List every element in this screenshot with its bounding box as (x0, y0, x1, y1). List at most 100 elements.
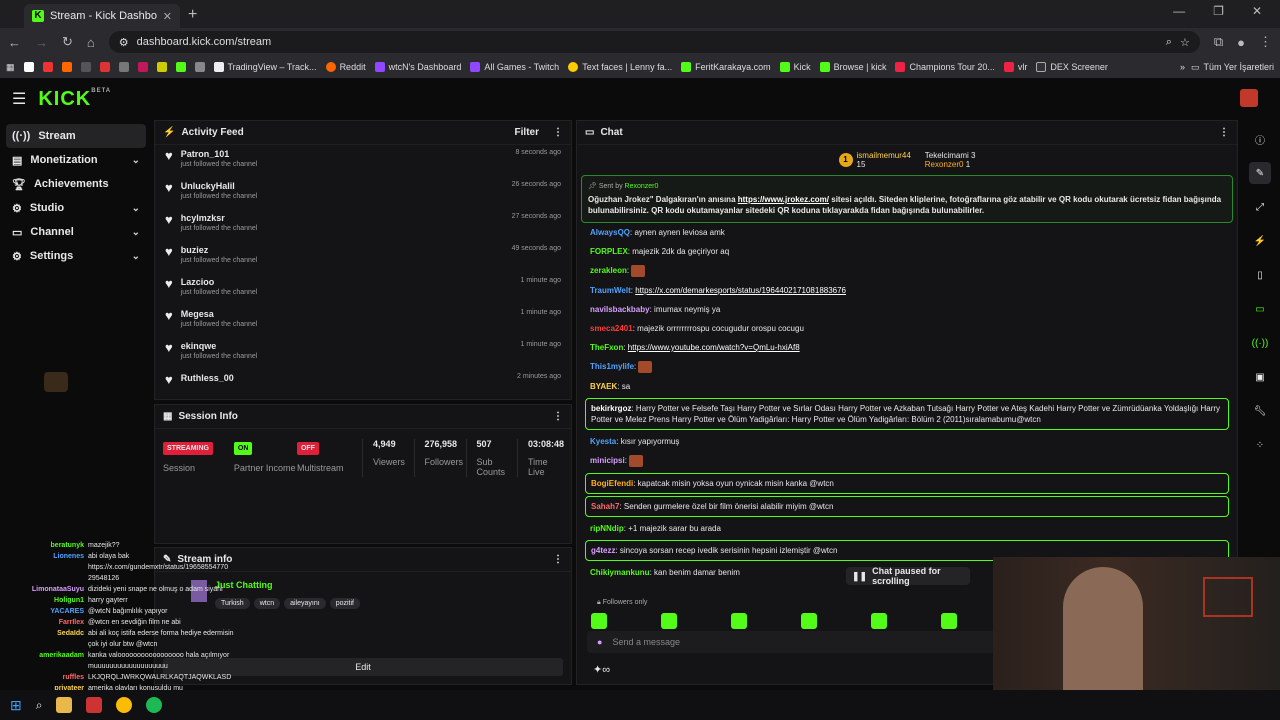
extensions-icon[interactable]: ⧉ (1214, 34, 1223, 50)
chat-message-list[interactable]: AlwaysQQ: aynen aynen leviosa amk FORPLEX… (577, 223, 1237, 582)
site-info-icon[interactable]: ⚙ (119, 36, 129, 49)
stream-tag[interactable]: wtcn (253, 598, 281, 609)
sidebar-item-studio[interactable]: ⚙ Studio ⌄ (6, 196, 146, 220)
chat-text[interactable]: https://www.youtube.com/watch?v=QmLu-hxi… (628, 343, 800, 352)
reload-icon[interactable]: ↻ (62, 34, 73, 50)
mic-icon[interactable]: ● (597, 637, 602, 647)
file-explorer-icon[interactable] (56, 697, 73, 713)
chat-username[interactable]: bekirkrgoz (591, 404, 631, 413)
bookmark-9[interactable]: vlr (1003, 62, 1027, 72)
stream-tag[interactable]: pozitif (329, 598, 360, 609)
globe-bookmark-icon[interactable] (118, 62, 129, 72)
chat-username[interactable]: AlwaysQQ (590, 228, 630, 237)
browser-menu-icon[interactable]: ⋮ (1259, 34, 1272, 50)
bookmark-10[interactable]: DEX Screener (1036, 62, 1108, 72)
profile-icon[interactable]: ● (1237, 35, 1245, 50)
document-icon[interactable]: ▯ (1249, 264, 1271, 286)
apps-grid-icon[interactable]: ⁘ (1249, 434, 1271, 456)
chat-paused-banner[interactable]: ❚❚ Chat paused for scrolling (846, 566, 970, 586)
bookmark-0[interactable]: TradingView – Track... (213, 62, 317, 72)
chat-username[interactable]: BogiEfendi (591, 479, 633, 488)
sidebar-item-settings[interactable]: ⚙ Settings ⌄ (6, 244, 146, 268)
y-bookmark-icon[interactable] (137, 62, 148, 72)
user-avatar[interactable] (1240, 89, 1258, 107)
chat-username[interactable]: Sahah7 (591, 502, 619, 511)
x-bookmark-icon[interactable] (23, 62, 34, 72)
expand-icon[interactable]: ⤢ (1249, 196, 1271, 218)
chat-username[interactable]: Chikiymankunu (590, 568, 650, 577)
chat-menu-icon[interactable]: ⋮ (1219, 127, 1229, 138)
kick-logo[interactable]: KICKBETA (38, 88, 111, 111)
info-icon[interactable]: ⓘ (1249, 128, 1271, 150)
gmail-bookmark-icon[interactable] (99, 62, 110, 72)
chat-username[interactable]: smeca2401 (590, 324, 633, 333)
stream-tag[interactable]: aileyayını (284, 598, 326, 609)
chat-username[interactable]: FORPLEX (590, 247, 628, 256)
bookmark-3[interactable]: All Games - Twitch (470, 62, 559, 72)
edit-icon[interactable]: ✎ (1249, 162, 1271, 184)
all-bookmarks-folder[interactable]: ▭ Tüm Yer İşaretleri (1191, 62, 1274, 73)
minimize-icon[interactable]: — (1173, 4, 1185, 18)
back-icon[interactable]: ← (8, 35, 21, 50)
hamburger-menu-icon[interactable]: ☰ (12, 89, 26, 109)
pinned-link[interactable]: https://www.jrokez.com/ (738, 195, 829, 204)
chat-username[interactable]: Kyesta (590, 437, 616, 446)
github-bookmark-icon[interactable] (80, 62, 91, 72)
chat-username[interactable]: This1mylife (590, 362, 634, 371)
emote-4-icon[interactable] (801, 613, 817, 629)
chat-username[interactable]: BYAEK (590, 382, 617, 391)
bookmark-2[interactable]: wtcN's Dashboard (374, 62, 461, 72)
emote-3-icon[interactable] (731, 613, 747, 629)
home-icon[interactable]: ⌂ (87, 35, 95, 50)
bookmark-6[interactable]: Kick (779, 62, 811, 72)
monitor-icon[interactable]: ▣ (1249, 366, 1271, 388)
emote-5-icon[interactable] (871, 613, 887, 629)
panel-menu-icon[interactable]: ⋮ (553, 411, 563, 422)
reddit-small-bookmark-icon[interactable] (61, 62, 72, 72)
close-tab-icon[interactable]: ✕ (163, 10, 172, 23)
sidebar-item-stream[interactable]: ((·)) Stream (6, 124, 146, 148)
spotify-icon[interactable] (146, 697, 163, 713)
emote-6-icon[interactable] (941, 613, 957, 629)
chat-username[interactable]: minicipsi (590, 456, 625, 465)
chat-bubble-icon[interactable]: ▭ (1249, 298, 1271, 320)
chat-username[interactable]: TraumWelt (590, 286, 631, 295)
forward-icon[interactable]: → (35, 35, 48, 50)
panel-menu-icon[interactable]: ⋮ (553, 127, 563, 138)
emote-2-icon[interactable] (661, 613, 677, 629)
windows-start-icon[interactable]: ⊞ (10, 697, 22, 714)
maximize-icon[interactable]: ❐ (1213, 4, 1224, 18)
more-bookmarks-icon[interactable]: » (1180, 62, 1185, 72)
panel-menu-icon[interactable]: ⋮ (553, 554, 563, 565)
new-tab-icon[interactable]: + (188, 6, 197, 24)
bookmark-star-icon[interactable]: ☆ (1180, 36, 1190, 49)
bookmark-8[interactable]: Champions Tour 20... (895, 62, 995, 72)
chat-settings-icon[interactable]: ✦∞ (593, 663, 610, 676)
g-bookmark-icon[interactable] (156, 62, 167, 72)
browser-tab[interactable]: K Stream - Kick Dashboard ✕ (24, 4, 180, 28)
search-icon[interactable]: ⌕ (36, 698, 43, 713)
chat-input[interactable]: ● Send a message (587, 631, 997, 653)
chat-text[interactable]: https://x.com/demarkesports/status/19644… (635, 286, 846, 295)
chat-username[interactable]: TheFxon (590, 343, 623, 352)
sidebar-item-channel[interactable]: ▭ Channel ⌄ (6, 220, 146, 244)
bookmark-7[interactable]: Browse | kick (819, 62, 886, 72)
wrench-icon[interactable]: 🔧︎ (1249, 400, 1271, 422)
zoom-icon[interactable]: ⌕ (1166, 36, 1172, 49)
sidebar-item-achievements[interactable]: 🏆︎ Achievements (6, 172, 146, 196)
sidebar-item-monetization[interactable]: ▤ Monetization ⌄ (6, 148, 146, 172)
chat-username[interactable]: ripNNdip (590, 524, 624, 533)
emote-1-icon[interactable] (591, 613, 607, 629)
bookmark-5[interactable]: FeritKarakaya.com (681, 62, 771, 72)
bookmark-4[interactable]: Text faces | Lenny fa... (568, 62, 672, 72)
globe2-bookmark-icon[interactable] (194, 62, 205, 72)
broadcast-icon[interactable]: ((·)) (1249, 332, 1271, 354)
chat-username[interactable]: g4tezz (591, 546, 615, 555)
filter-button[interactable]: Filter (515, 127, 539, 138)
leaf-bookmark-icon[interactable] (175, 62, 186, 72)
chrome-icon[interactable] (116, 697, 133, 713)
flash-icon[interactable]: ⚡ (1249, 230, 1271, 252)
chat-username[interactable]: zerakleon (590, 266, 627, 275)
youtube-bookmark-icon[interactable] (42, 62, 53, 72)
apps-icon[interactable]: ▦ (6, 62, 15, 73)
